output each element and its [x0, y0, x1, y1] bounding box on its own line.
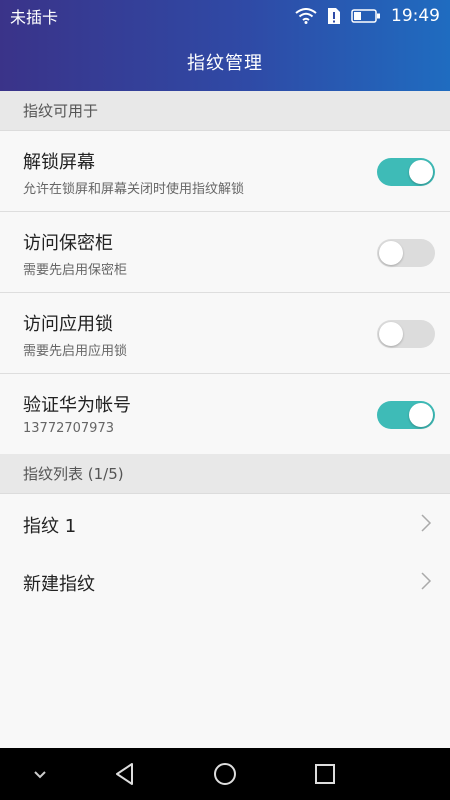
toggle-knob [409, 160, 433, 184]
back-icon[interactable] [111, 760, 139, 788]
sim-alert-icon [328, 8, 340, 24]
toggle-row-huawei-account[interactable]: 验证华为帐号 13772707973 [0, 374, 450, 455]
new-fingerprint-item[interactable]: 新建指纹 [0, 552, 450, 610]
section-label-usage: 指纹可用于 [23, 102, 99, 120]
row-subtitle: 允许在锁屏和屏幕关闭时使用指纹解锁 [23, 182, 245, 197]
carrier-text: 未插卡 [10, 8, 59, 27]
section-header-usage: 指纹可用于 [0, 91, 450, 131]
page-title: 指纹管理 [187, 52, 263, 74]
safe-toggle[interactable] [377, 239, 435, 267]
chevron-down-icon[interactable] [26, 760, 54, 788]
row-subtitle: 13772707973 [23, 421, 114, 436]
page-title-bar: 指纹管理 [0, 32, 450, 91]
chevron-right-icon [421, 572, 432, 590]
toggle-knob [379, 322, 403, 346]
status-time: 19:49 [391, 6, 440, 26]
unlock-screen-toggle[interactable] [377, 158, 435, 186]
battery-icon [351, 9, 380, 23]
row-title: 解锁屏幕 [23, 152, 95, 173]
toggle-row-safe[interactable]: 访问保密柜 需要先启用保密柜 [0, 212, 450, 293]
home-icon[interactable] [211, 760, 239, 788]
list-item-label: 指纹 1 [23, 516, 77, 537]
toggle-row-unlock-screen[interactable]: 解锁屏幕 允许在锁屏和屏幕关闭时使用指纹解锁 [0, 131, 450, 212]
section-label-list: 指纹列表 (1/5) [23, 465, 124, 483]
toggle-knob [379, 241, 403, 265]
section-header-list: 指纹列表 (1/5) [0, 454, 450, 494]
row-title: 访问应用锁 [23, 314, 113, 335]
row-subtitle: 需要先启用应用锁 [23, 344, 128, 359]
list-item-label: 新建指纹 [23, 574, 95, 595]
huawei-account-toggle[interactable] [377, 401, 435, 429]
row-title: 访问保密柜 [23, 233, 113, 254]
empty-area [0, 610, 450, 748]
toggle-knob [409, 403, 433, 427]
app-header: 未插卡 19:49 指纹管理 [0, 0, 450, 91]
row-title: 验证华为帐号 [23, 395, 131, 416]
recents-icon[interactable] [311, 760, 339, 788]
app-lock-toggle[interactable] [377, 320, 435, 348]
status-icons: 19:49 [295, 6, 440, 26]
chevron-right-icon [421, 514, 432, 532]
status-bar: 未插卡 19:49 [0, 0, 450, 32]
fingerprint-item[interactable]: 指纹 1 [0, 494, 450, 552]
toggle-row-app-lock[interactable]: 访问应用锁 需要先启用应用锁 [0, 293, 450, 374]
wifi-icon [295, 8, 317, 24]
row-subtitle: 需要先启用保密柜 [23, 263, 128, 278]
navigation-bar [0, 748, 450, 800]
